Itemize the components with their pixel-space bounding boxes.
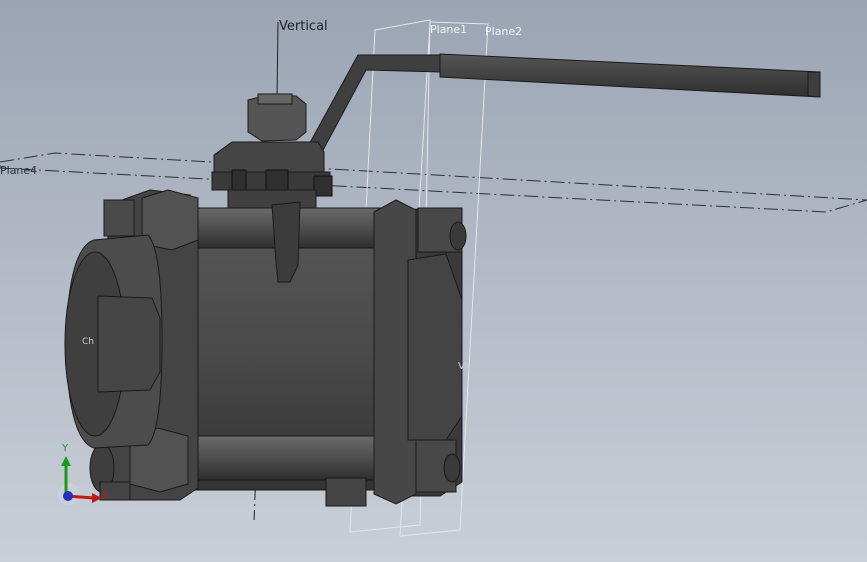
model-scene[interactable] bbox=[0, 0, 867, 562]
tie-rod-bottom bbox=[167, 435, 389, 481]
plane-label-vertical[interactable]: Vertical bbox=[279, 20, 328, 33]
face-label-right: Vi bbox=[458, 361, 468, 372]
triad-y-arrow bbox=[61, 456, 71, 466]
handle-bar[interactable] bbox=[439, 53, 821, 98]
triad-z-axis bbox=[63, 491, 73, 501]
stem-nut-top bbox=[257, 93, 293, 105]
plane-label-plane1[interactable]: Plane1 bbox=[430, 24, 467, 35]
right-end-face bbox=[407, 253, 463, 441]
handle-arm bbox=[305, 54, 441, 153]
right-bolt-bottom bbox=[443, 453, 461, 483]
stop-bolt-mid bbox=[265, 169, 289, 193]
left-end-bore-hex bbox=[97, 295, 161, 393]
triad-x-label: X bbox=[102, 490, 109, 501]
graphics-viewport[interactable]: Vertical Plane4 Plane1 Plane2 Ch Vi Y X bbox=[0, 0, 867, 562]
handle-bar-end bbox=[807, 71, 821, 98]
vertical-axis-line bbox=[276, 21, 279, 101]
stop-bolt-right bbox=[313, 175, 333, 197]
triad-y-label: Y bbox=[62, 443, 69, 454]
bottom-nut-mid bbox=[325, 477, 367, 507]
plane-label-plane4[interactable]: Plane4 bbox=[0, 165, 37, 176]
stop-bolt-left bbox=[231, 169, 247, 193]
plane-label-plane2[interactable]: Plane2 bbox=[485, 26, 522, 37]
left-flange-nut-top-outer bbox=[103, 199, 135, 237]
face-label-left: Ch bbox=[82, 337, 94, 347]
right-bolt-top bbox=[449, 221, 467, 251]
